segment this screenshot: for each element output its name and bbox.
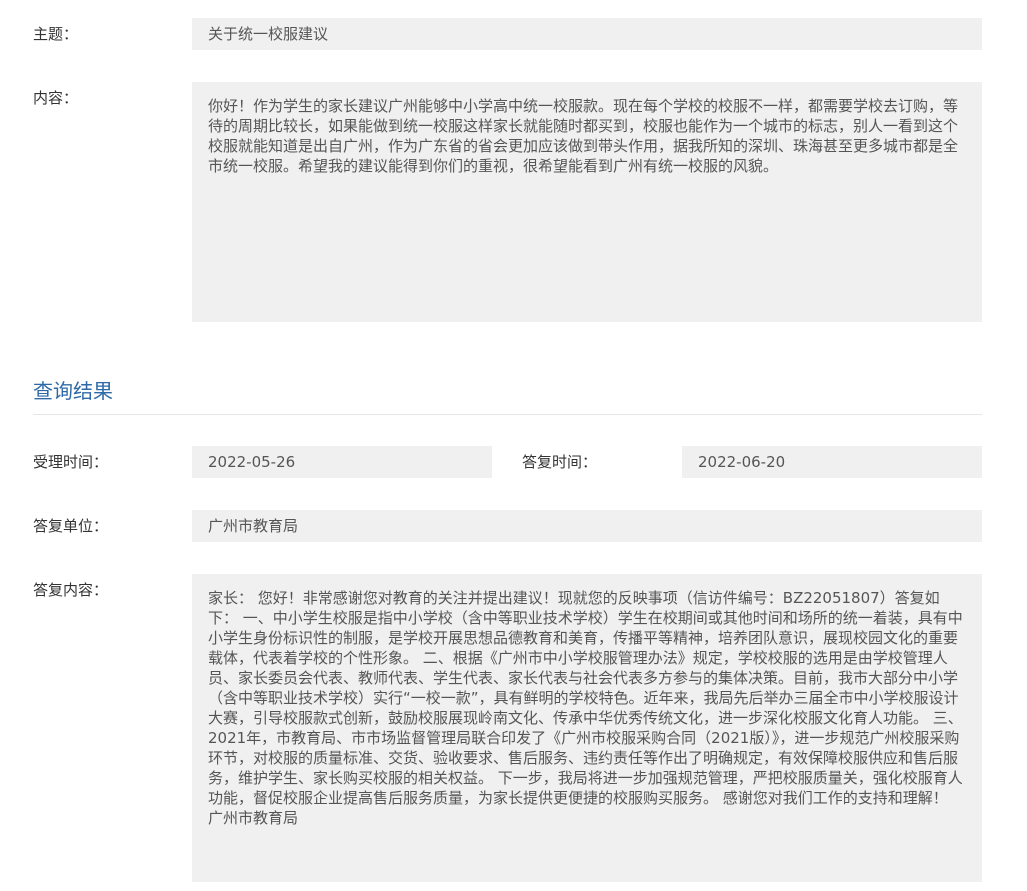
reply-unit-field: 广州市教育局 (192, 510, 982, 542)
content-label: 内容： (33, 89, 79, 107)
accept-time-label: 受理时间： (33, 453, 109, 471)
reply-time-label: 答复时间： (522, 453, 598, 471)
results-section-title: 查询结果 (33, 379, 113, 403)
section-divider (33, 414, 982, 415)
reply-content-field: 家长： 您好！非常感谢您对教育的关注并提出建议！现就您的反映事项（信访件编号：B… (192, 574, 982, 882)
content-field: 你好！作为学生的家长建议广州能够中小学高中统一校服款。现在每个学校的校服不一样，… (192, 82, 982, 322)
reply-content-label: 答复内容： (33, 581, 109, 599)
reply-unit-label: 答复单位： (33, 517, 109, 535)
subject-field: 关于统一校服建议 (192, 18, 982, 50)
accept-time-field: 2022-05-26 (192, 446, 492, 478)
reply-time-field: 2022-06-20 (682, 446, 982, 478)
subject-label: 主题： (33, 25, 79, 43)
